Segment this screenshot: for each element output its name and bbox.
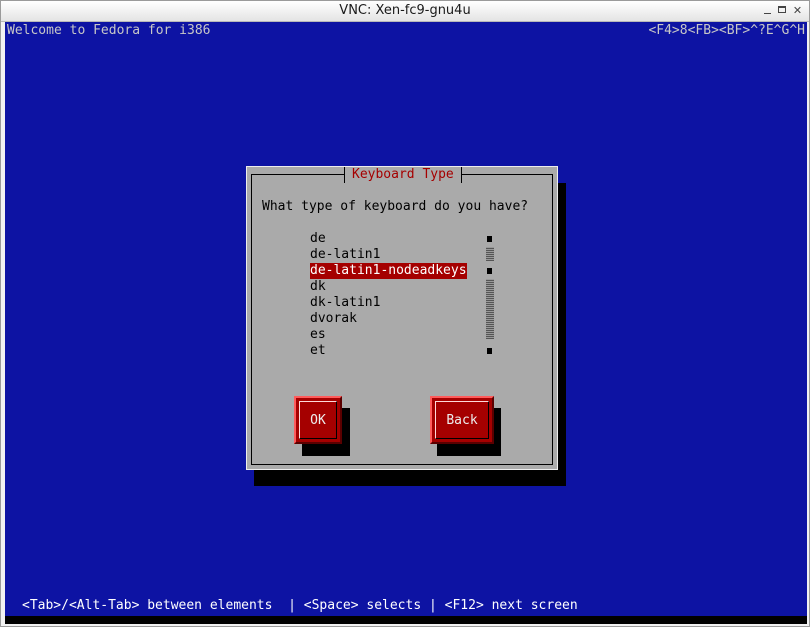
back-button-face: Back	[435, 401, 489, 439]
window-titlebar[interactable]: VNC: Xen-fc9-gnu4u ✕	[1, 1, 809, 22]
minimize-icon[interactable]	[761, 4, 774, 17]
list-item[interactable]: es	[310, 327, 472, 343]
dialog-question: What type of keyboard do you have?	[262, 199, 529, 214]
back-button-label: Back	[446, 412, 478, 428]
list-item[interactable]: de-latin1	[310, 247, 472, 263]
dialog-title: Keyboard Type	[344, 167, 462, 183]
list-scrollbar[interactable]	[486, 231, 494, 359]
maximize-icon[interactable]	[775, 4, 788, 17]
hotkey-indicator: <F4>8<FB><BF>^?E^G^H	[648, 23, 805, 38]
bottom-strip	[5, 616, 807, 624]
list-item-label: dk	[310, 279, 326, 294]
list-item[interactable]: et	[310, 343, 472, 359]
vnc-window: VNC: Xen-fc9-gnu4u ✕ Welcome to Fedora f…	[0, 0, 810, 627]
list-item-label: dvorak	[310, 311, 357, 326]
list-item-selected[interactable]: de-latin1-nodeadkeys	[310, 263, 472, 279]
ok-button[interactable]: OK	[294, 396, 342, 444]
scroll-track[interactable]	[486, 279, 494, 339]
list-item[interactable]: dk	[310, 279, 472, 295]
back-button[interactable]: Back	[430, 396, 494, 444]
list-item[interactable]: dvorak	[310, 311, 472, 327]
keyboard-type-dialog: Keyboard Type What type of keyboard do y…	[246, 166, 558, 470]
list-item-label: de	[310, 231, 326, 246]
list-item[interactable]: de	[310, 231, 472, 247]
scroll-down-icon[interactable]	[487, 348, 492, 354]
list-item-label: dk-latin1	[310, 295, 381, 310]
ok-button-label: OK	[310, 412, 326, 428]
help-line: <Tab>/<Alt-Tab> between elements | <Spac…	[22, 598, 578, 613]
list-item-label: de-latin1-nodeadkeys	[310, 263, 467, 279]
list-item-label: es	[310, 327, 326, 342]
console-screen: Welcome to Fedora for i386 <F4>8<FB><BF>…	[5, 22, 807, 624]
window-title: VNC: Xen-fc9-gnu4u	[339, 3, 471, 18]
list-item-label: de-latin1	[310, 247, 381, 262]
welcome-text: Welcome to Fedora for i386	[7, 23, 211, 38]
list-item-label: et	[310, 343, 326, 358]
list-item[interactable]: dk-latin1	[310, 295, 472, 311]
keyboard-list[interactable]: de de-latin1 de-latin1-nodeadkeys dk dk-…	[310, 231, 472, 359]
scroll-up-icon[interactable]	[487, 236, 492, 242]
scroll-track[interactable]	[486, 247, 494, 261]
ok-button-face: OK	[299, 401, 337, 439]
close-icon[interactable]: ✕	[791, 4, 804, 17]
scroll-thumb[interactable]	[487, 268, 492, 274]
